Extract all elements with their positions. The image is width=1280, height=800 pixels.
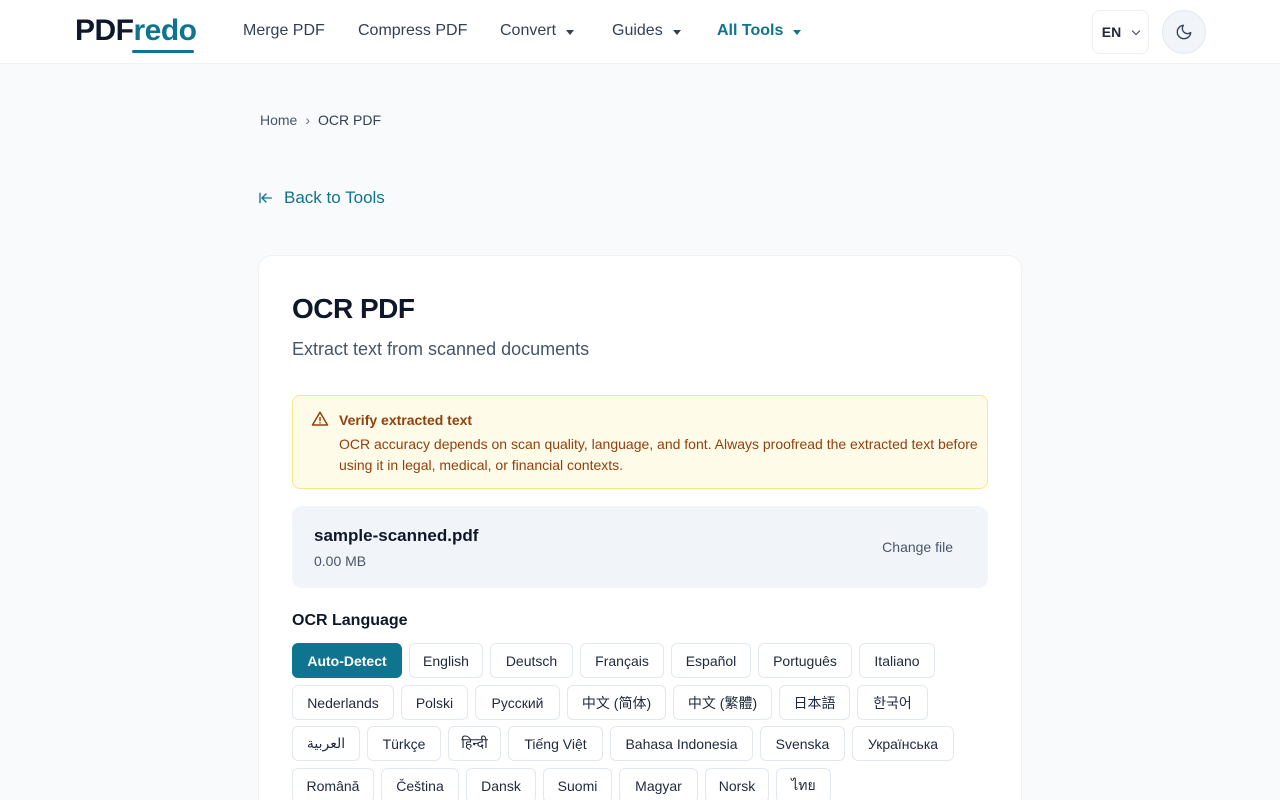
- change-file-button[interactable]: Change file: [882, 538, 953, 556]
- language-chip-turkish[interactable]: Türkçe: [367, 726, 441, 761]
- page-subtitle: Extract text from scanned documents: [292, 339, 590, 359]
- caret-down-icon: [566, 29, 575, 35]
- language-chip-indonesian[interactable]: Bahasa Indonesia: [610, 726, 753, 761]
- back-to-tools-link[interactable]: Back to Tools: [258, 187, 385, 209]
- theme-toggle-button[interactable]: [1162, 10, 1206, 54]
- breadcrumb-separator: ›: [305, 112, 311, 128]
- language-chip-arabic[interactable]: العربية: [292, 726, 360, 761]
- nav-all-tools-label: All Tools: [717, 22, 784, 39]
- logo[interactable]: PDFredo: [75, 14, 197, 48]
- language-code: EN: [1101, 24, 1122, 40]
- language-chip-francais[interactable]: Français: [580, 643, 664, 678]
- back-to-tools-label: Back to Tools: [284, 188, 385, 207]
- chevron-down-icon: [1131, 26, 1141, 35]
- language-selector[interactable]: EN: [1092, 10, 1149, 54]
- file-size: 0.00 MB: [314, 553, 367, 569]
- language-chip-portugues[interactable]: Português: [758, 643, 852, 678]
- arrow-left-icon: [259, 192, 272, 204]
- language-chip-nederlands[interactable]: Nederlands: [292, 685, 394, 720]
- logo-text-redo: redo: [133, 14, 198, 47]
- language-chip-chinese-simplified[interactable]: 中文 (简体): [567, 685, 666, 720]
- logo-underline: [132, 50, 194, 53]
- warning-title: Verify extracted text: [339, 412, 473, 428]
- nav-compress-pdf-label: Compress PDF: [358, 22, 468, 39]
- nav-merge-pdf[interactable]: Merge PDF: [243, 20, 325, 42]
- nav-guides-label: Guides: [612, 22, 663, 39]
- language-chip-deutsch[interactable]: Deutsch: [490, 643, 573, 678]
- language-chip-hindi[interactable]: हिन्दी: [448, 726, 501, 761]
- nav-convert-label: Convert: [500, 22, 557, 39]
- selected-file-box: sample-scanned.pdf 0.00 MB Change file: [292, 506, 988, 588]
- language-chip-ukrainian[interactable]: Українська: [852, 726, 954, 761]
- language-chip-finnish[interactable]: Suomi: [543, 768, 612, 800]
- language-chip-norwegian[interactable]: Norsk: [705, 768, 769, 800]
- language-chip-danish[interactable]: Dansk: [466, 768, 536, 800]
- nav-all-tools[interactable]: All Tools: [717, 20, 802, 42]
- language-chip-espanol[interactable]: Español: [671, 643, 751, 678]
- warning-triangle-icon: [311, 411, 329, 426]
- language-chip-chinese-traditional[interactable]: 中文 (繁體): [673, 685, 772, 720]
- language-chip-polski[interactable]: Polski: [401, 685, 468, 720]
- language-chip-korean[interactable]: 한국어: [857, 685, 928, 720]
- ocr-language-label: OCR Language: [292, 612, 408, 629]
- top-header: PDFredo Merge PDF Compress PDF Convert G…: [0, 0, 1280, 64]
- language-chip-thai[interactable]: ไทย: [776, 768, 831, 800]
- breadcrumb-current: OCR PDF: [318, 112, 382, 128]
- breadcrumb: Home › OCR PDF: [260, 111, 381, 129]
- nav-compress-pdf[interactable]: Compress PDF: [358, 20, 467, 42]
- language-chip-english[interactable]: English: [409, 643, 483, 678]
- caret-down-icon: [672, 29, 681, 35]
- breadcrumb-home[interactable]: Home: [260, 111, 297, 129]
- language-chip-romanian[interactable]: Română: [292, 768, 374, 800]
- logo-text-pdf: PDF: [75, 14, 134, 47]
- page-title: OCR PDF: [292, 293, 415, 324]
- language-chip-swedish[interactable]: Svenska: [760, 726, 845, 761]
- language-chip-russian[interactable]: Русский: [475, 685, 560, 720]
- file-name: sample-scanned.pdf: [314, 526, 479, 545]
- language-chip-czech[interactable]: Čeština: [381, 768, 459, 800]
- nav-merge-pdf-label: Merge PDF: [243, 22, 325, 39]
- language-chip-auto-detect[interactable]: Auto-Detect: [292, 643, 402, 678]
- nav-guides[interactable]: Guides: [612, 20, 681, 42]
- warning-text: OCR accuracy depends on scan quality, la…: [339, 436, 978, 473]
- language-chip-italiano[interactable]: Italiano: [859, 643, 935, 678]
- language-chip-vietnamese[interactable]: Tiếng Việt: [508, 726, 603, 761]
- language-chip-hungarian[interactable]: Magyar: [619, 768, 698, 800]
- language-chip-japanese[interactable]: 日本語: [779, 685, 850, 720]
- caret-down-icon: [793, 29, 802, 35]
- verify-warning-box: Verify extracted text OCR accuracy depen…: [292, 395, 988, 489]
- moon-icon: [1176, 24, 1192, 40]
- nav-convert[interactable]: Convert: [500, 20, 575, 42]
